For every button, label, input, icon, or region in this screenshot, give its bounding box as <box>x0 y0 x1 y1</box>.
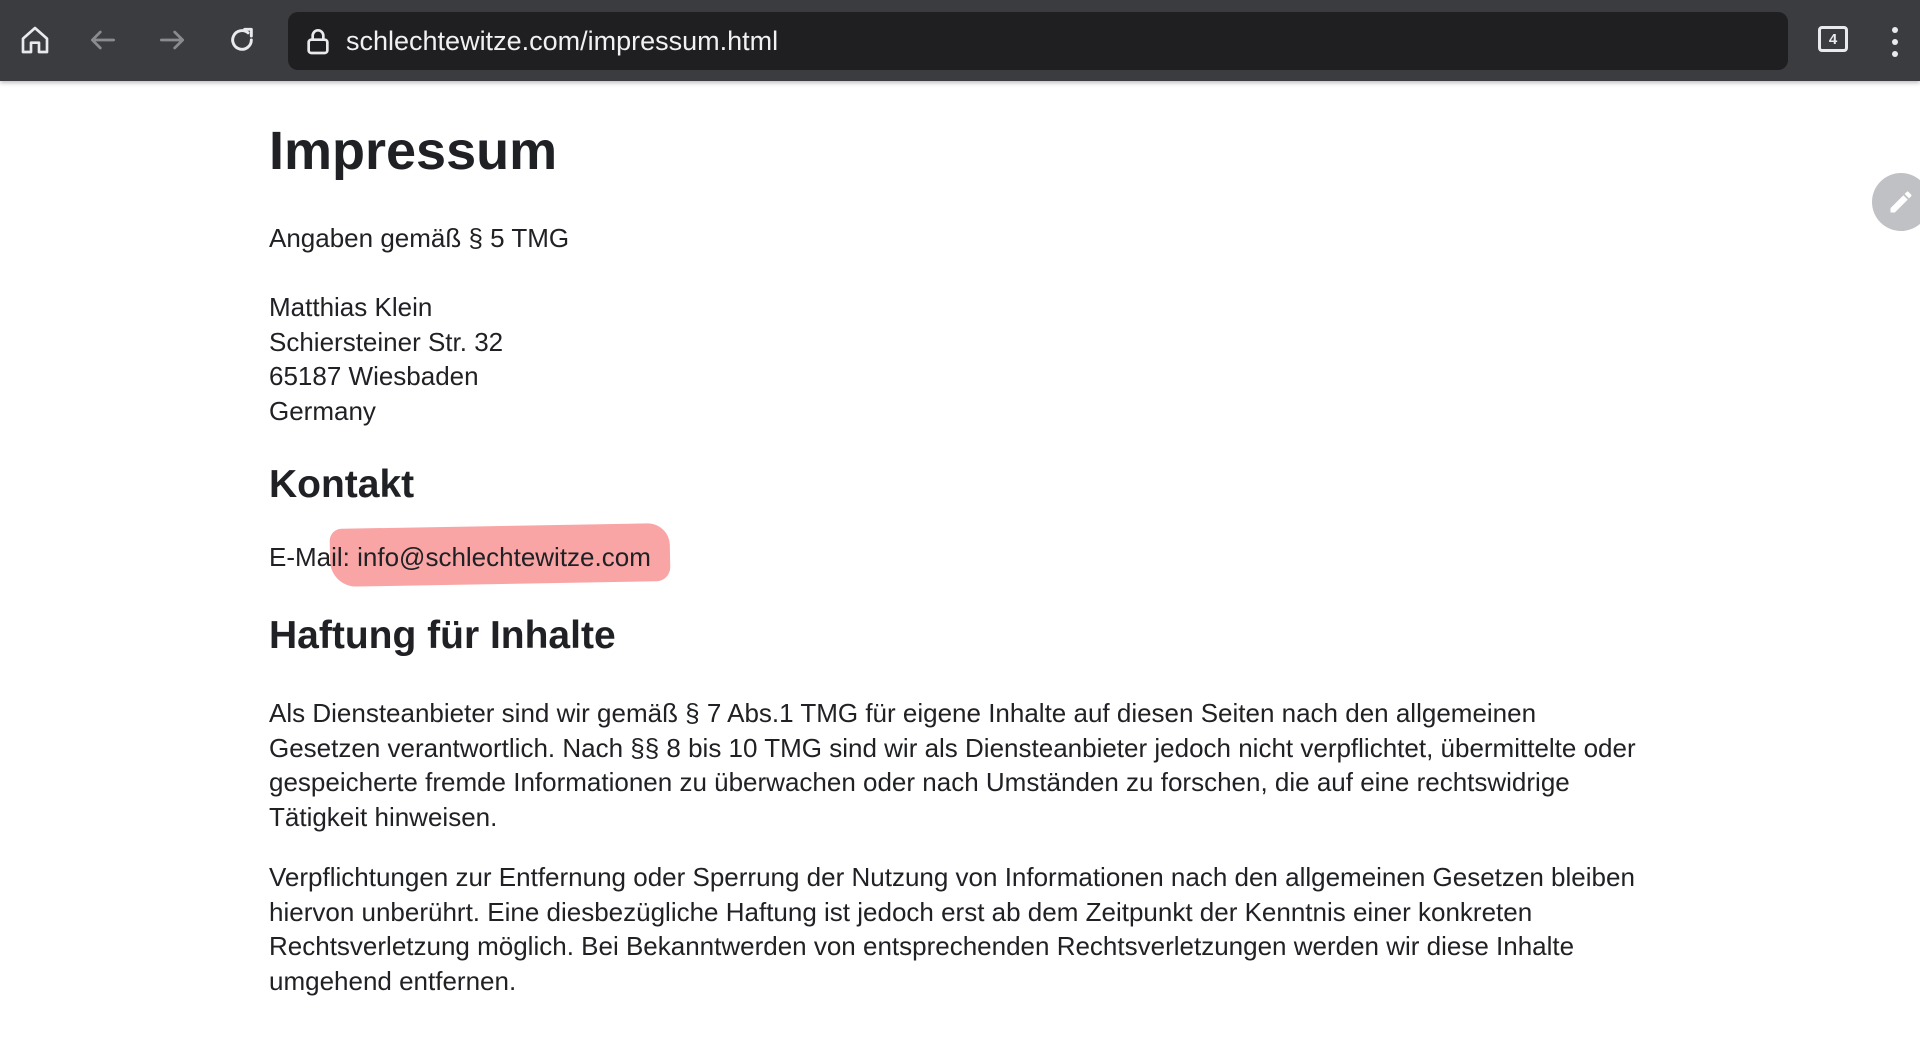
edit-button[interactable] <box>1872 173 1920 231</box>
pencil-icon <box>1890 191 1912 213</box>
liability-paragraph-2: Verpflichtungen zur Entfernung oder Sper… <box>269 860 1635 998</box>
paragraph-line: Verpflichtungen zur Entfernung oder Sper… <box>269 862 1635 892</box>
email-row: E-Mail: info@schlechtewitze.com <box>269 523 671 587</box>
address-block: Matthias Klein Schiersteiner Str. 32 651… <box>269 290 503 428</box>
tmg-line: Angaben gemäß § 5 TMG <box>269 223 570 253</box>
paragraph-line: Als Diensteanbieter sind wir gemäß § 7 A… <box>269 698 1537 728</box>
address-country: Germany <box>269 395 376 426</box>
contact-heading: Kontakt <box>269 463 415 506</box>
email-link[interactable]: info@schlechtewitze.com <box>357 542 651 572</box>
back-icon[interactable] <box>83 20 123 60</box>
liability-paragraph-1: Als Diensteanbieter sind wir gemäß § 7 A… <box>269 696 1636 834</box>
address-name: Matthias Klein <box>269 292 433 322</box>
url-text: schlechtewitze.com/impressum.html <box>346 26 779 56</box>
browser-toolbar: schlechtewitze.com/impressum.html 4 <box>0 0 1920 81</box>
tabs-icon[interactable]: 4 <box>1818 26 1848 52</box>
email-label: E-Mail: <box>269 542 358 572</box>
address-street: Schiersteiner Str. 32 <box>269 326 504 357</box>
paragraph-line: Gesetzen verantwortlich. Nach §§ 8 bis 1… <box>269 732 1636 763</box>
paragraph-line: gespeicherte fremde Informationen zu übe… <box>269 767 1570 797</box>
page-title: Impressum <box>269 121 558 181</box>
paragraph-line: hiervon unberührt. Eine diesbezügliche H… <box>269 896 1533 927</box>
reload-icon[interactable] <box>222 20 262 60</box>
liability-heading: Haftung für Inhalte <box>269 614 616 657</box>
lock-icon <box>307 29 329 55</box>
paragraph-line: Rechtsverletzung möglich. Bei Bekanntwer… <box>269 931 1575 961</box>
address-city: 65187 Wiesbaden <box>269 361 479 391</box>
home-icon[interactable] <box>15 20 55 60</box>
address-bar[interactable]: schlechtewitze.com/impressum.html <box>288 12 1788 70</box>
forward-icon[interactable] <box>152 20 192 60</box>
menu-icon[interactable] <box>1880 22 1910 62</box>
paragraph-line: umgehend entfernen. <box>269 965 517 996</box>
tab-count: 4 <box>1828 30 1838 48</box>
paragraph-line: Tätigkeit hinweisen. <box>269 801 498 832</box>
